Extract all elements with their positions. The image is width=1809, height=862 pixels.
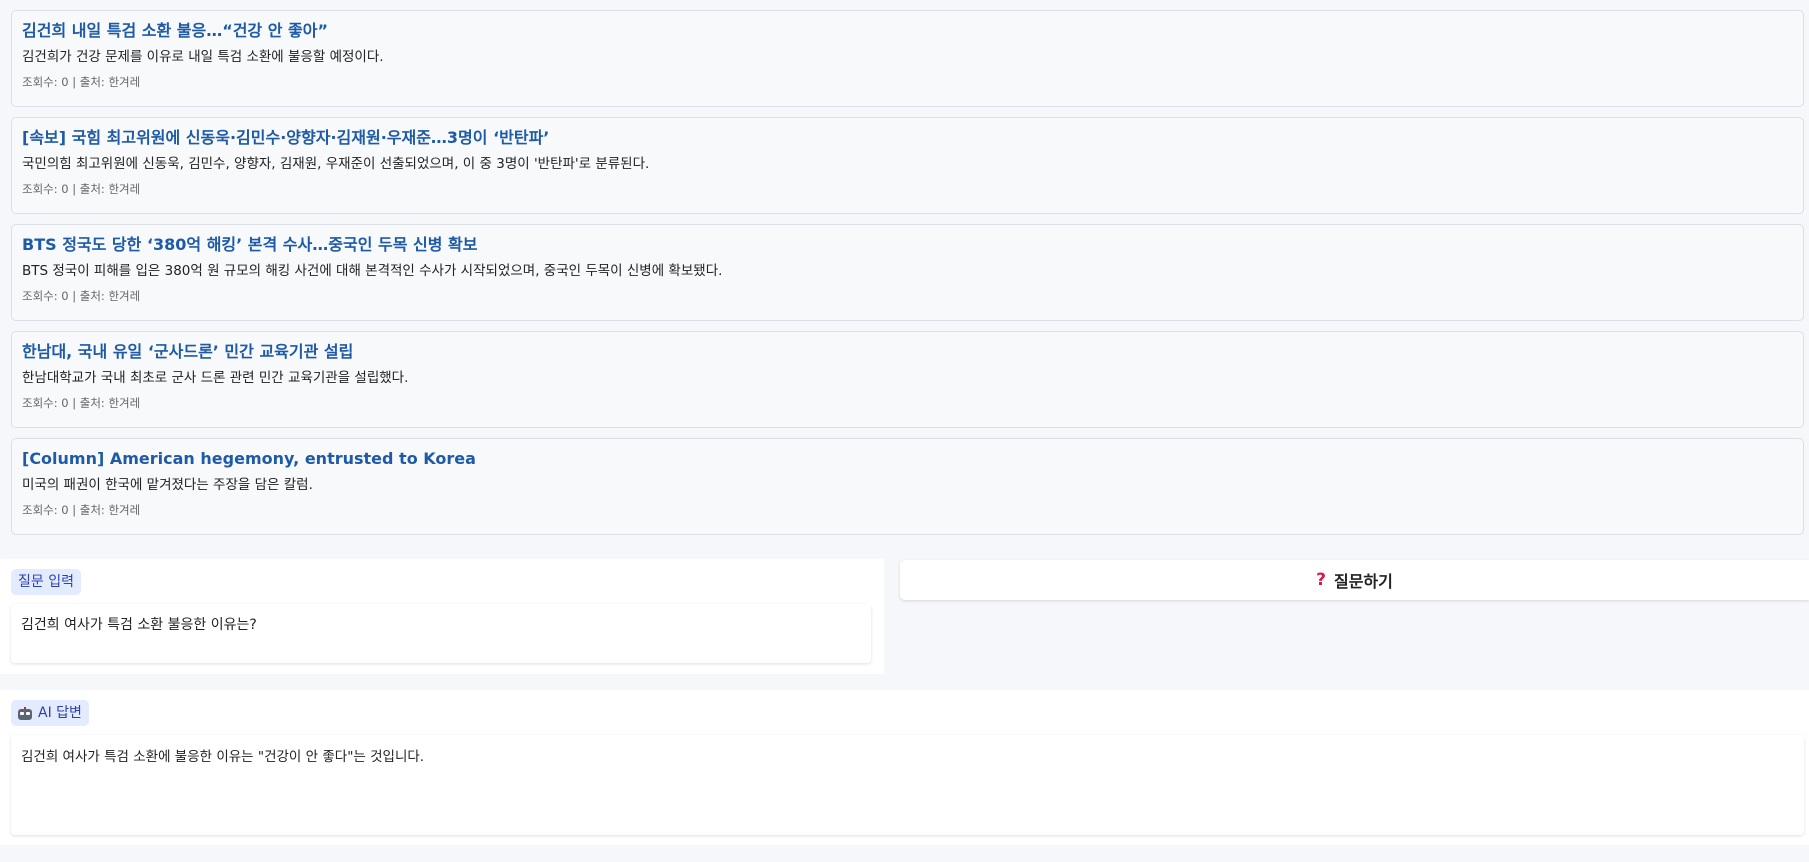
question-badge: 질문 입력 bbox=[11, 569, 81, 595]
news-meta: 조회수: 0 | 출처: 한겨레 bbox=[22, 182, 141, 196]
news-card: [Column] American hegemony, entrusted to… bbox=[11, 438, 1804, 535]
question-input[interactable]: 김건희 여사가 특검 소환 불응한 이유는? bbox=[11, 604, 871, 663]
answer-text: 김건희 여사가 특검 소환에 불응한 이유는 "건강이 안 좋다"는 것입니다. bbox=[11, 735, 1804, 835]
news-card: 김건희 내일 특검 소환 불응…“건강 안 좋아” 김건희가 건강 문제를 이유… bbox=[11, 10, 1804, 107]
news-meta: 조회수: 0 | 출처: 한겨레 bbox=[22, 289, 141, 303]
answer-badge: AI 답변 bbox=[11, 700, 89, 726]
question-panel: 질문 입력 김건희 여사가 특검 소환 불응한 이유는? bbox=[0, 559, 884, 674]
robot-icon bbox=[18, 706, 32, 720]
news-card: BTS 정국도 당한 ‘380억 해킹’ 본격 수사…중국인 두목 신병 확보 … bbox=[11, 224, 1804, 321]
ask-button-label: 질문하기 bbox=[1333, 572, 1393, 591]
answer-panel: AI 답변 김건희 여사가 특검 소환에 불응한 이유는 "건강이 안 좋다"는… bbox=[0, 690, 1809, 845]
news-summary: BTS 정국이 피해를 입은 380억 원 규모의 해킹 사건에 대해 본격적인… bbox=[22, 263, 723, 279]
answer-badge-label: AI 답변 bbox=[38, 705, 82, 721]
news-card: [속보] 국힘 최고위원에 신동욱·김민수·양향자·김재원·우재준…3명이 ‘반… bbox=[11, 117, 1804, 214]
news-summary: 국민의힘 최고위원에 신동욱, 김민수, 양향자, 김재원, 우재준이 선출되었… bbox=[22, 156, 650, 172]
news-title-link[interactable]: [속보] 국힘 최고위원에 신동욱·김민수·양향자·김재원·우재준…3명이 ‘반… bbox=[22, 127, 1793, 149]
news-summary: 김건희가 건강 문제를 이유로 내일 특검 소환에 불응할 예정이다. bbox=[22, 49, 384, 65]
ask-button[interactable]: ? 질문하기 bbox=[900, 560, 1809, 600]
news-summary: 미국의 패권이 한국에 맡겨졌다는 주장을 담은 칼럼. bbox=[22, 477, 313, 493]
news-meta: 조회수: 0 | 출처: 한겨레 bbox=[22, 396, 141, 410]
news-title-link[interactable]: [Column] American hegemony, entrusted to… bbox=[22, 448, 1793, 470]
news-meta: 조회수: 0 | 출처: 한겨레 bbox=[22, 503, 141, 517]
news-title-link[interactable]: BTS 정국도 당한 ‘380억 해킹’ 본격 수사…중국인 두목 신병 확보 bbox=[22, 234, 1793, 256]
news-card: 한남대, 국내 유일 ‘군사드론’ 민간 교육기관 설립 한남대학교가 국내 최… bbox=[11, 331, 1804, 428]
news-summary: 한남대학교가 국내 최초로 군사 드론 관련 민간 교육기관을 설립했다. bbox=[22, 370, 409, 386]
news-title-link[interactable]: 한남대, 국내 유일 ‘군사드론’ 민간 교육기관 설립 bbox=[22, 341, 1793, 363]
news-meta: 조회수: 0 | 출처: 한겨레 bbox=[22, 75, 141, 89]
news-title-link[interactable]: 김건희 내일 특검 소환 불응…“건강 안 좋아” bbox=[22, 20, 1793, 42]
question-mark-icon: ? bbox=[1316, 570, 1326, 590]
news-list: 김건희 내일 특검 소환 불응…“건강 안 좋아” 김건희가 건강 문제를 이유… bbox=[11, 10, 1804, 545]
